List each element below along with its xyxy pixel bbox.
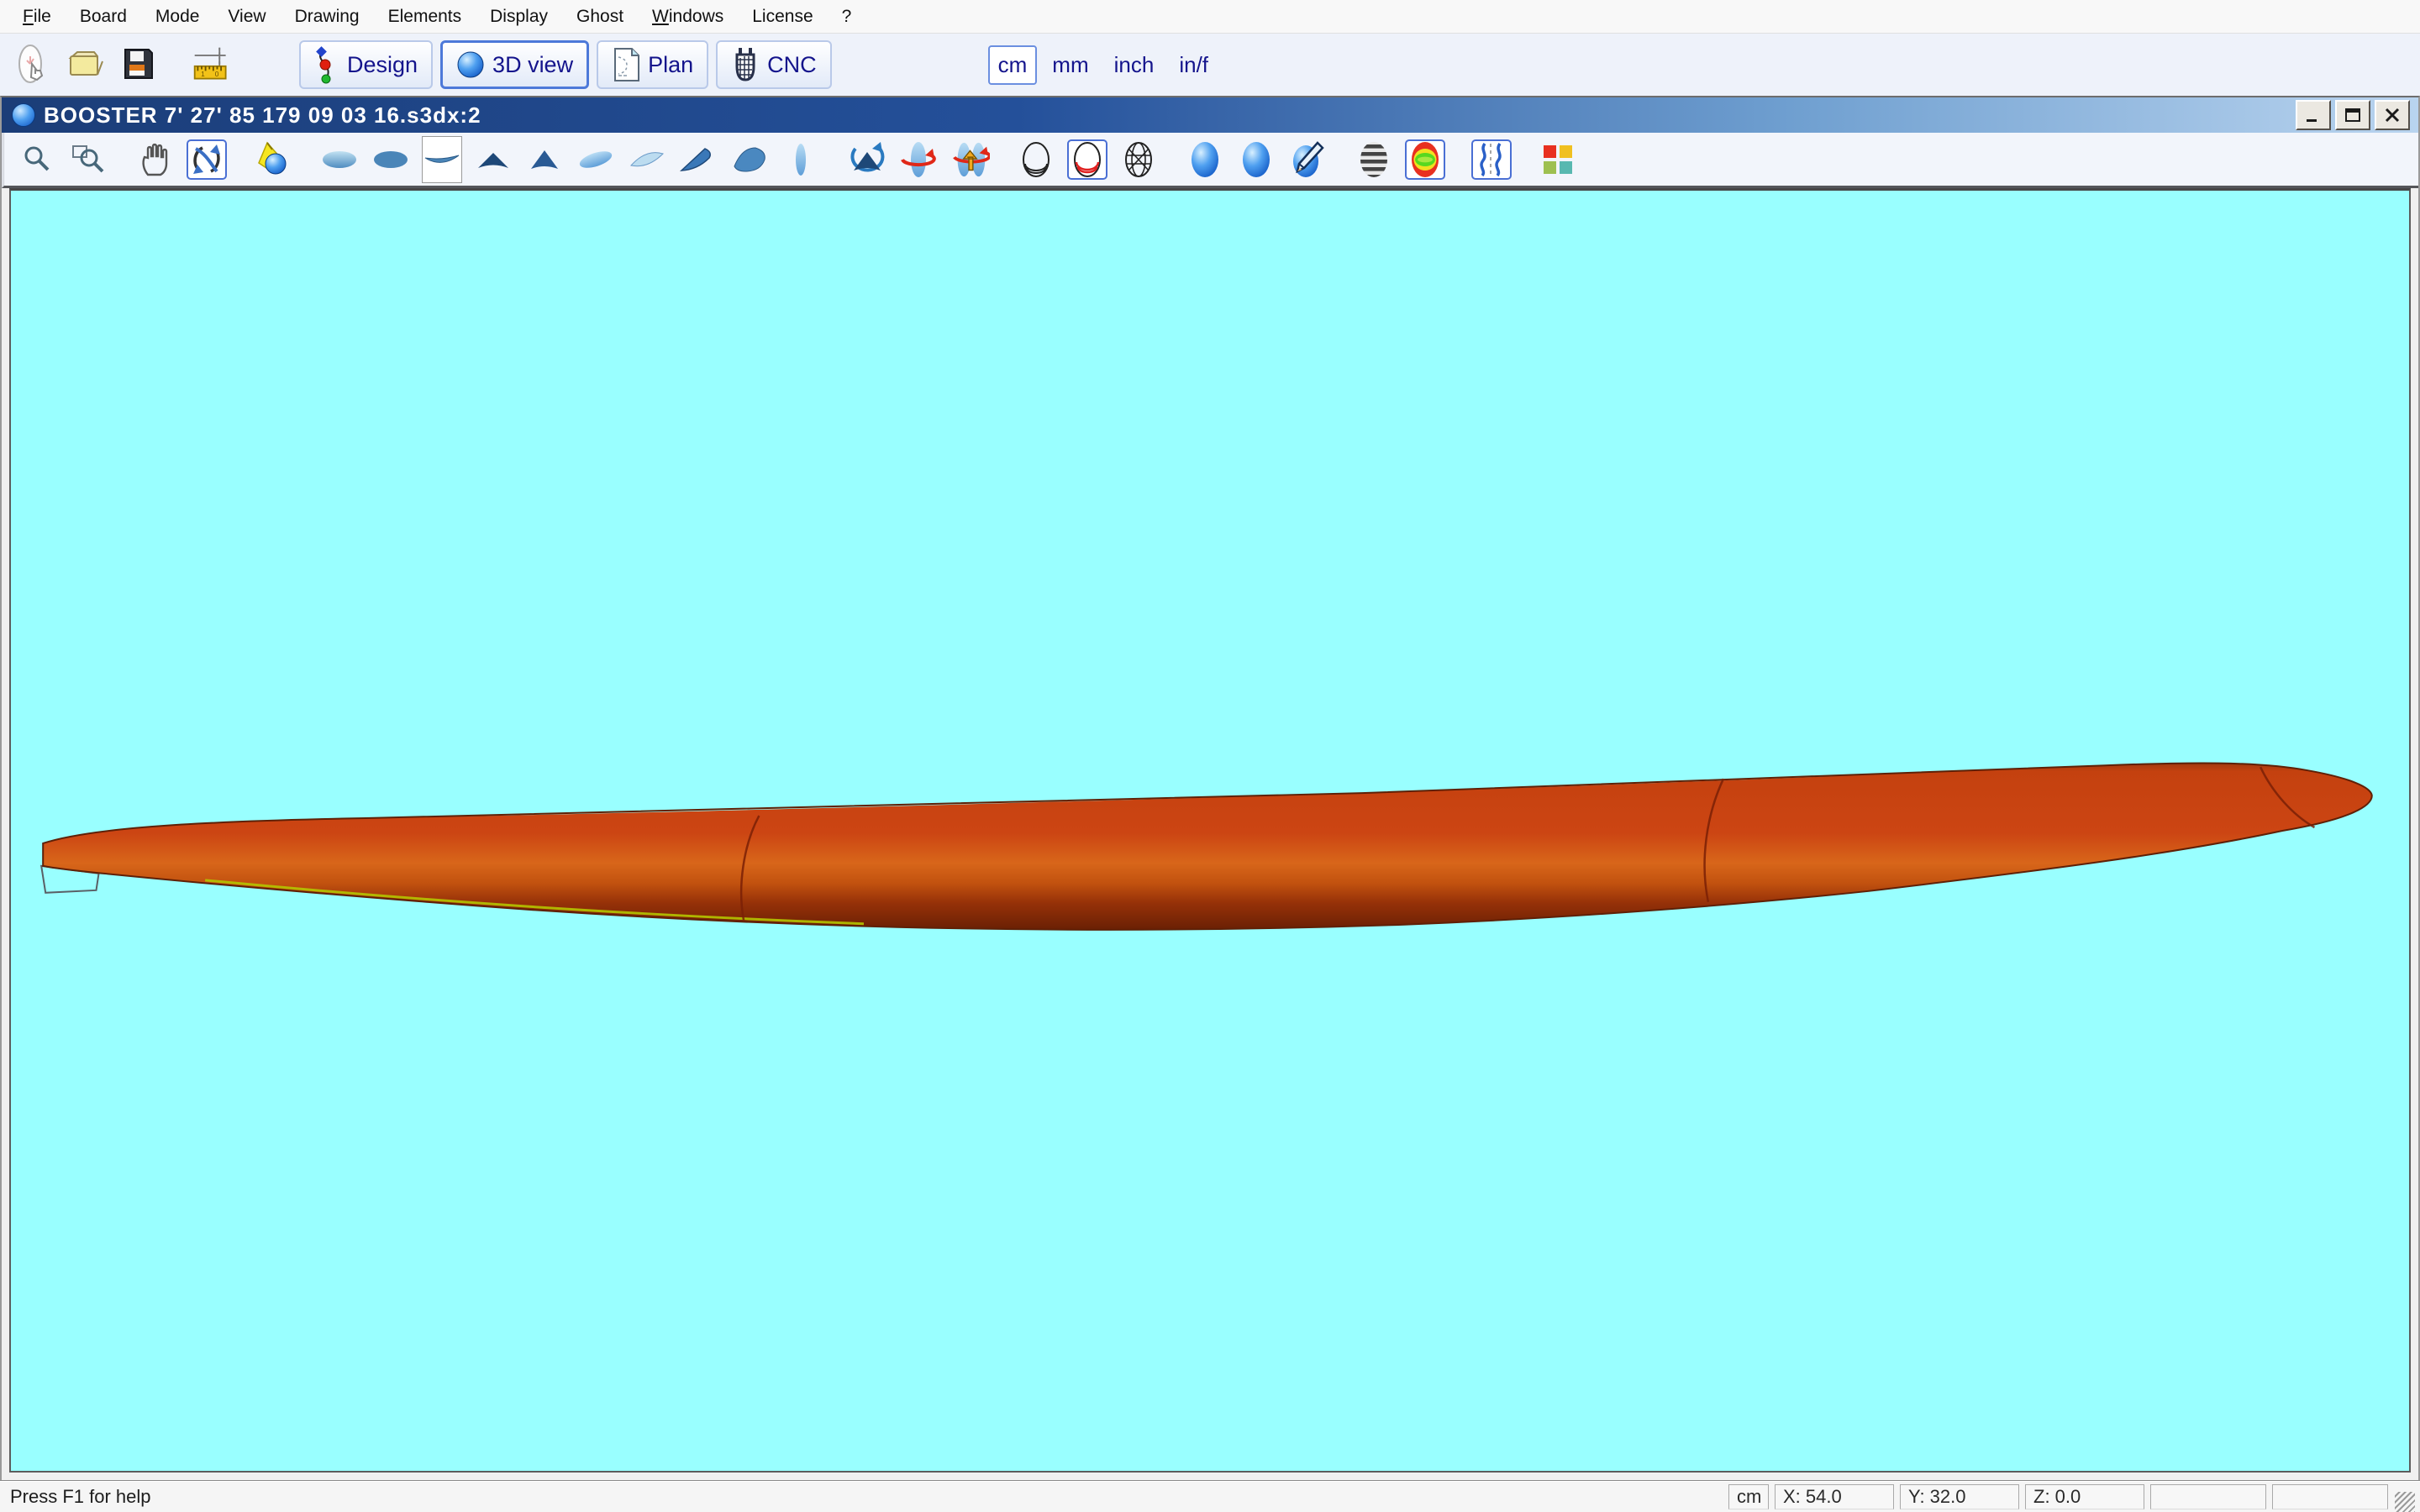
menu-board[interactable]: Board bbox=[66, 3, 141, 30]
status-empty-field-1 bbox=[2150, 1484, 2266, 1509]
deck-view-icon[interactable] bbox=[319, 139, 360, 180]
menu-windows[interactable]: Windows bbox=[638, 3, 738, 30]
status-empty-field-2 bbox=[2272, 1484, 2388, 1509]
menu-file[interactable]: File bbox=[8, 3, 66, 30]
plan-button[interactable]: Plan bbox=[597, 40, 708, 89]
wireframe-mesh-icon[interactable] bbox=[1118, 139, 1159, 180]
status-z-coordinate: Z: 0.0 bbox=[2025, 1484, 2144, 1509]
save-icon[interactable] bbox=[118, 43, 158, 87]
quarter-view-1-icon[interactable] bbox=[678, 139, 718, 180]
cnc-button[interactable]: CNC bbox=[716, 40, 832, 89]
surfboard-body bbox=[43, 763, 2372, 929]
color-layout-icon[interactable] bbox=[1538, 139, 1578, 180]
perspective-view-2-icon[interactable] bbox=[627, 139, 667, 180]
flow-lines-icon[interactable] bbox=[1471, 139, 1512, 180]
light-direction-icon[interactable] bbox=[253, 139, 293, 180]
cnc-icon bbox=[731, 46, 760, 83]
paint-texture-icon[interactable] bbox=[1287, 139, 1328, 180]
menu-elements[interactable]: Elements bbox=[374, 3, 476, 30]
smooth-render-icon[interactable] bbox=[1236, 139, 1276, 180]
unit-mm[interactable]: mm bbox=[1042, 45, 1098, 85]
document-title-bar[interactable]: BOOSTER 7' 27' 85 179 09 03 16.s3dx:2 bbox=[2, 97, 2418, 133]
shape3d-application: File Board Mode View Drawing Elements Di… bbox=[0, 0, 2420, 1512]
maximize-button[interactable] bbox=[2335, 100, 2370, 130]
unit-inf[interactable]: in/f bbox=[1169, 45, 1218, 85]
plan-icon bbox=[612, 47, 640, 82]
menu-mode[interactable]: Mode bbox=[141, 3, 214, 30]
3d-view-button[interactable]: 3D view bbox=[440, 40, 589, 89]
front-view-icon[interactable] bbox=[473, 139, 513, 180]
document-title: BOOSTER 7' 27' 85 179 09 03 16.s3dx:2 bbox=[44, 102, 481, 129]
unit-cm[interactable]: cm bbox=[988, 45, 1038, 85]
menu-help[interactable]: ? bbox=[828, 3, 866, 30]
zebra-analysis-icon[interactable] bbox=[1354, 139, 1394, 180]
dimensions-ruler-icon[interactable]: 1 0 bbox=[192, 43, 232, 87]
rotate-view-icon[interactable] bbox=[847, 139, 887, 180]
plan-button-label: Plan bbox=[648, 52, 693, 78]
new-board-icon[interactable] bbox=[13, 43, 54, 87]
main-toolbar: 1 0 Design 3D view bbox=[0, 34, 2420, 96]
cnc-button-label: CNC bbox=[767, 52, 817, 78]
menu-license[interactable]: License bbox=[738, 3, 827, 30]
status-bar: Press F1 for help cm X: 54.0 Y: 32.0 Z: … bbox=[0, 1480, 2420, 1512]
flip-board-icon[interactable] bbox=[950, 139, 990, 180]
3d-view-icon bbox=[456, 50, 485, 79]
document-window: BOOSTER 7' 27' 85 179 09 03 16.s3dx:2 bbox=[0, 96, 2420, 1480]
perspective-view-1-icon[interactable] bbox=[576, 139, 616, 180]
side-view-icon[interactable] bbox=[422, 136, 462, 183]
quarter-view-2-icon[interactable] bbox=[729, 139, 770, 180]
canvas-frame bbox=[2, 188, 2418, 1480]
document-icon bbox=[12, 103, 35, 127]
zoom-icon[interactable] bbox=[18, 139, 58, 180]
design-icon bbox=[314, 45, 339, 84]
minimize-icon bbox=[2304, 107, 2323, 123]
outline-view-icon[interactable] bbox=[781, 139, 821, 180]
design-button[interactable]: Design bbox=[299, 40, 433, 89]
svg-text:0: 0 bbox=[215, 70, 219, 78]
status-help-text: Press F1 for help bbox=[10, 1486, 1723, 1508]
pan-hand-icon[interactable] bbox=[135, 139, 176, 180]
wireframe-slices-icon[interactable] bbox=[1016, 139, 1056, 180]
3d-viewport[interactable] bbox=[9, 188, 2411, 1473]
menu-bar: File Board Mode View Drawing Elements Di… bbox=[0, 0, 2420, 34]
unit-selector: cm mm inch in/f bbox=[988, 45, 1218, 85]
menu-view[interactable]: View bbox=[213, 3, 280, 30]
close-icon bbox=[2383, 107, 2402, 123]
status-y-coordinate: Y: 32.0 bbox=[1900, 1484, 2019, 1509]
menu-drawing[interactable]: Drawing bbox=[281, 3, 374, 30]
solid-render-icon[interactable] bbox=[1185, 139, 1225, 180]
3d-view-button-label: 3D view bbox=[492, 52, 573, 78]
svg-text:1: 1 bbox=[201, 70, 205, 78]
rotate-3d-icon[interactable] bbox=[187, 139, 227, 180]
tail-view-icon[interactable] bbox=[524, 139, 565, 180]
open-folder-icon[interactable] bbox=[66, 43, 106, 87]
bottom-view-icon[interactable] bbox=[371, 139, 411, 180]
wireframe-current-slice-icon[interactable] bbox=[1067, 139, 1107, 180]
close-button[interactable] bbox=[2375, 100, 2410, 130]
unit-inch[interactable]: inch bbox=[1104, 45, 1165, 85]
status-unit: cm bbox=[1728, 1484, 1769, 1509]
menu-ghost[interactable]: Ghost bbox=[562, 3, 638, 30]
minimize-button[interactable] bbox=[2296, 100, 2331, 130]
status-x-coordinate: X: 54.0 bbox=[1775, 1484, 1894, 1509]
resize-grip[interactable] bbox=[2395, 1492, 2415, 1512]
spin-board-icon[interactable] bbox=[898, 139, 939, 180]
surfboard-3d-render bbox=[11, 191, 2409, 1471]
design-button-label: Design bbox=[347, 52, 418, 78]
curvature-map-icon[interactable] bbox=[1405, 139, 1445, 180]
view-toolbar bbox=[2, 133, 2418, 188]
zoom-area-icon[interactable] bbox=[69, 139, 109, 180]
menu-display[interactable]: Display bbox=[476, 3, 562, 30]
maximize-icon bbox=[2344, 107, 2362, 123]
